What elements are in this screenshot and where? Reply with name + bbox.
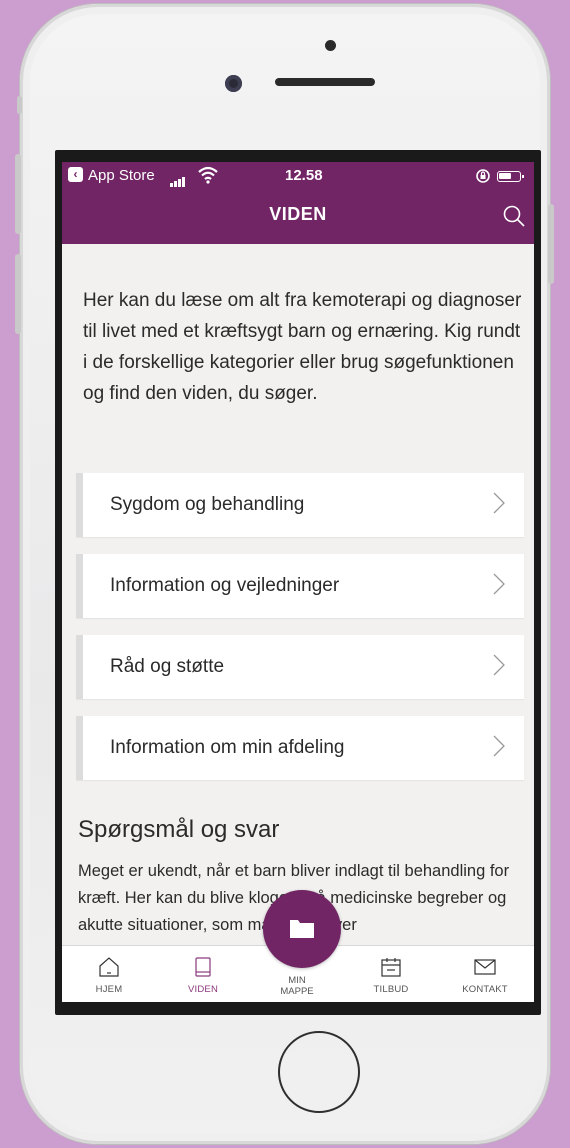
min-mappe-button[interactable] <box>263 890 341 968</box>
folder-icon <box>290 920 314 938</box>
category-sygdom-og-behandling[interactable]: Sygdom og behandling <box>76 473 524 537</box>
power-button <box>548 204 554 284</box>
rotation-lock-icon <box>476 169 490 183</box>
battery-icon <box>497 171 524 182</box>
volume-down-button <box>15 254 21 334</box>
mute-switch <box>17 96 22 114</box>
back-to-app-icon[interactable]: ‹ <box>68 167 83 182</box>
category-raad-og-stoette[interactable]: Råd og støtte <box>76 635 524 699</box>
tab-label-line1: MIN <box>288 975 306 986</box>
tab-hjem[interactable]: HJEM <box>62 946 156 1002</box>
chevron-right-icon <box>493 735 505 757</box>
phone-screen: ‹ App Store 12.58 VIDEN Her kan du læse … <box>55 150 541 1015</box>
app-header: ‹ App Store 12.58 VIDEN <box>62 162 534 244</box>
content-area[interactable]: Her kan du læse om alt fra kemoterapi og… <box>62 244 534 944</box>
category-label: Sygdom og behandling <box>110 494 305 515</box>
chevron-right-icon <box>493 492 505 514</box>
tab-tilbud[interactable]: TILBUD <box>344 946 438 1002</box>
tab-label: HJEM <box>95 984 123 995</box>
home-button[interactable] <box>278 1031 360 1113</box>
page-title: VIDEN <box>269 204 327 224</box>
mail-icon <box>474 959 496 975</box>
calendar-icon <box>381 958 401 977</box>
back-to-app-label[interactable]: App Store <box>88 167 155 184</box>
category-label: Information om min afdeling <box>110 737 345 758</box>
tab-label: TILBUD <box>373 984 409 995</box>
proximity-sensor <box>325 40 336 51</box>
status-time: 12.58 <box>285 167 323 184</box>
book-icon <box>195 957 211 977</box>
tab-label: KONTAKT <box>462 984 508 995</box>
category-label: Råd og støtte <box>110 656 225 677</box>
category-label: Information og vejledninger <box>110 575 340 596</box>
status-bar: ‹ App Store 12.58 <box>62 162 534 190</box>
chevron-right-icon <box>493 573 505 595</box>
home-icon <box>99 957 119 977</box>
volume-up-button <box>15 154 21 234</box>
tab-label: VIDEN <box>187 984 219 995</box>
search-icon[interactable] <box>502 204 526 228</box>
category-information-om-min-afdeling[interactable]: Information om min afdeling <box>76 716 524 780</box>
app-screen: ‹ App Store 12.58 VIDEN Her kan du læse … <box>62 162 534 1002</box>
tab-viden[interactable]: VIDEN <box>156 946 250 1002</box>
tab-kontakt[interactable]: KONTAKT <box>438 946 532 1002</box>
category-information-og-vejledninger[interactable]: Information og vejledninger <box>76 554 524 618</box>
wifi-icon <box>198 166 218 184</box>
earpiece-speaker <box>275 78 375 86</box>
signal-icon <box>170 170 186 187</box>
chevron-right-icon <box>493 654 505 676</box>
intro-text: Her kan du læse om alt fra kemoterapi og… <box>83 290 522 404</box>
tab-label-line2: MAPPE <box>280 986 314 997</box>
front-camera <box>225 75 242 92</box>
qa-section-title: Spørgsmål og svar <box>78 816 280 843</box>
tab-bar: HJEM VIDEN MIN MAPPE TILBUD KONTAKT <box>62 890 534 1002</box>
